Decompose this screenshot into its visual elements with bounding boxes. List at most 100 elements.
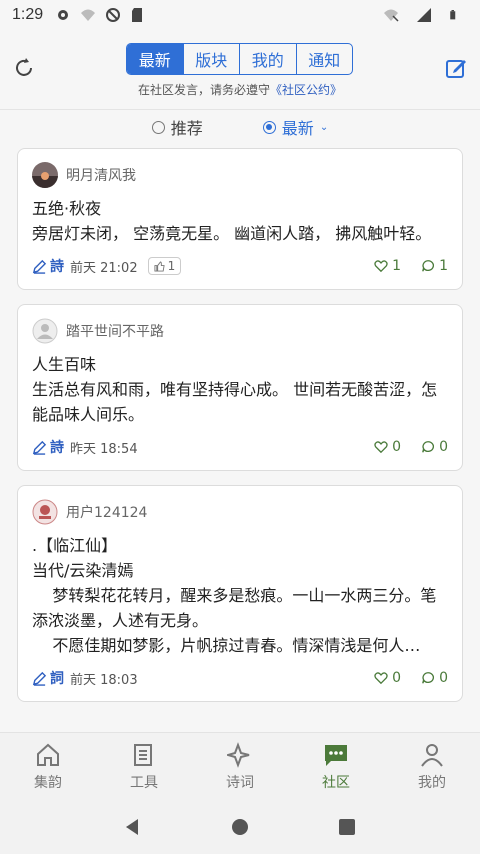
home-circle-icon[interactable]: [230, 817, 250, 837]
bottom-nav: 集韵 工具 诗词 社区 我的: [0, 732, 480, 800]
radio-recommend-label: 推荐: [170, 119, 203, 138]
post-kind-label: 詩: [50, 440, 64, 456]
nav-label: 我的: [418, 774, 446, 791]
nav-label: 诗词: [226, 774, 254, 791]
pen-icon: [32, 671, 47, 686]
gear-icon: [58, 10, 69, 20]
tab-latest[interactable]: 最新: [127, 44, 184, 74]
nav-label: 社区: [322, 774, 350, 791]
rules-link[interactable]: 《社区公约》: [270, 83, 342, 97]
radio-circle-icon: [151, 120, 165, 134]
like-button[interactable]: 1: [374, 258, 401, 274]
comment-icon: [422, 672, 435, 684]
post-kind-label: 詩: [50, 259, 64, 275]
person-icon: [421, 743, 443, 767]
comment-button[interactable]: 1: [421, 258, 448, 274]
nav-label: 工具: [130, 774, 158, 791]
sd-card-icon: [132, 8, 143, 22]
radio-latest-label: 最新: [281, 119, 314, 138]
like-button[interactable]: 0: [374, 439, 401, 455]
wifi-icon: [384, 9, 399, 22]
radio-recommend[interactable]: 推荐: [151, 112, 203, 142]
post-card[interactable]: 明月清风我 五绝·秋夜 旁居灯未闭， 空荡竟无星。 幽道闲人踏， 拂风触叶轻。 …: [17, 148, 463, 290]
data-saver-icon: [106, 8, 121, 22]
signal-icon: [417, 8, 431, 22]
home-icon: [37, 743, 59, 766]
thumbs-up-icon: [154, 260, 165, 272]
comment-icon: [422, 260, 435, 272]
comment-button[interactable]: 0: [421, 439, 448, 455]
post-card[interactable]: 用户124124 .【临江仙】 当代/云染清嫣 梦转梨花花转月，醒来多是愁痕。一…: [17, 485, 463, 702]
sparkle-icon: [227, 741, 250, 768]
post-meta: 詩 前天 21:02 1 1 1: [32, 251, 448, 281]
comment-count: 0: [439, 439, 448, 455]
heart-icon: [374, 441, 388, 454]
notice-text: 在社区发言，请务必遵守: [137, 83, 270, 97]
post-body: 当代/云染清嫣 梦转梨花花转月，醒来多是愁痕。一山一水两三分。笔添浓淡墨，人述有…: [32, 561, 437, 655]
filter-row: 推荐 最新 ⌄: [0, 112, 480, 142]
post-time: 昨天 18:54: [70, 441, 138, 457]
chevron-down-icon[interactable]: ⌄: [320, 122, 328, 133]
comment-icon: [422, 441, 435, 453]
post-title: 人生百味: [32, 355, 97, 374]
post-stats: 0 0: [374, 439, 448, 455]
avatar[interactable]: [32, 499, 58, 525]
avatar[interactable]: [32, 162, 58, 188]
nav-item-community[interactable]: 社区: [288, 733, 384, 800]
recents-icon[interactable]: [337, 817, 357, 837]
thumbs-up-chip[interactable]: 1: [147, 257, 182, 275]
chat-icon: [325, 744, 347, 766]
post-author[interactable]: 踏平世间不平路: [32, 317, 448, 345]
tab-notifications[interactable]: 通知: [297, 44, 353, 74]
comment-count: 0: [439, 670, 448, 686]
post-stats: 0 0: [374, 670, 448, 686]
post-author[interactable]: 用户124124: [32, 498, 448, 526]
post-body: 生活总有风和雨，唯有坚持得心成。 世间若无酸苦涩，怎能品味人间乐。: [32, 380, 438, 424]
tab-mine[interactable]: 我的: [240, 44, 297, 74]
like-button[interactable]: 0: [374, 670, 401, 686]
refresh-icon[interactable]: [12, 56, 36, 80]
post-author[interactable]: 明月清风我: [32, 161, 448, 189]
post-stats: 1 1: [374, 258, 448, 274]
like-count: 0: [392, 670, 402, 686]
nav-item-me[interactable]: 我的: [384, 733, 480, 800]
header: 最新 版块 我的 通知 在社区发言，请务必遵守《社区公约》: [0, 30, 480, 110]
post-kind: 詩: [32, 256, 64, 276]
community-notice: 在社区发言，请务必遵守《社区公约》: [0, 81, 480, 98]
nav-item-tools[interactable]: 工具: [96, 733, 192, 800]
like-count: 0: [392, 439, 402, 455]
author-name: 用户124124: [66, 505, 148, 521]
heart-icon: [374, 672, 388, 685]
comment-count: 1: [439, 258, 448, 274]
post-title: 五绝·秋夜: [32, 199, 102, 218]
pen-icon: [32, 259, 47, 274]
post-kind: 詞: [32, 668, 64, 688]
section-tabs: 最新 版块 我的 通知: [126, 43, 353, 75]
post-meta: 詩 昨天 18:54 0 0: [32, 432, 448, 462]
compose-icon[interactable]: [444, 56, 468, 80]
thumbs-up-count: 1: [167, 259, 176, 273]
pen-icon: [32, 440, 47, 455]
nav-label: 集韵: [34, 774, 62, 791]
post-meta: 詞 前天 18:03 0 0: [32, 663, 448, 693]
author-name: 踏平世间不平路: [66, 324, 164, 340]
tab-boards[interactable]: 版块: [184, 44, 240, 74]
post-card[interactable]: 踏平世间不平路 人生百味 生活总有风和雨，唯有坚持得心成。 世间若无酸苦涩，怎能…: [17, 304, 463, 471]
status-time: 1:29: [12, 6, 44, 23]
nav-item-jiyun[interactable]: 集韵: [0, 733, 96, 800]
post-title: .【临江仙】: [32, 536, 118, 555]
nav-item-poetry[interactable]: 诗词: [192, 733, 288, 800]
avatar[interactable]: [32, 318, 58, 344]
comment-button[interactable]: 0: [421, 670, 448, 686]
radio-circle-icon: [262, 120, 276, 134]
author-name: 明月清风我: [66, 168, 136, 184]
radio-latest[interactable]: 最新 ⌄: [262, 112, 328, 142]
wifi-off-icon: [81, 9, 96, 21]
post-body: 旁居灯未闭， 空荡竟无星。 幽道闲人踏， 拂风触叶轻。: [32, 224, 432, 243]
post-time: 前天 18:03: [70, 672, 138, 688]
battery-icon: [450, 10, 456, 20]
status-bar: 1:29: [0, 0, 480, 30]
post-feed[interactable]: 明月清风我 五绝·秋夜 旁居灯未闭， 空荡竟无星。 幽道闲人踏， 拂风触叶轻。 …: [17, 148, 463, 732]
heart-icon: [374, 260, 388, 273]
back-icon[interactable]: [123, 817, 143, 837]
